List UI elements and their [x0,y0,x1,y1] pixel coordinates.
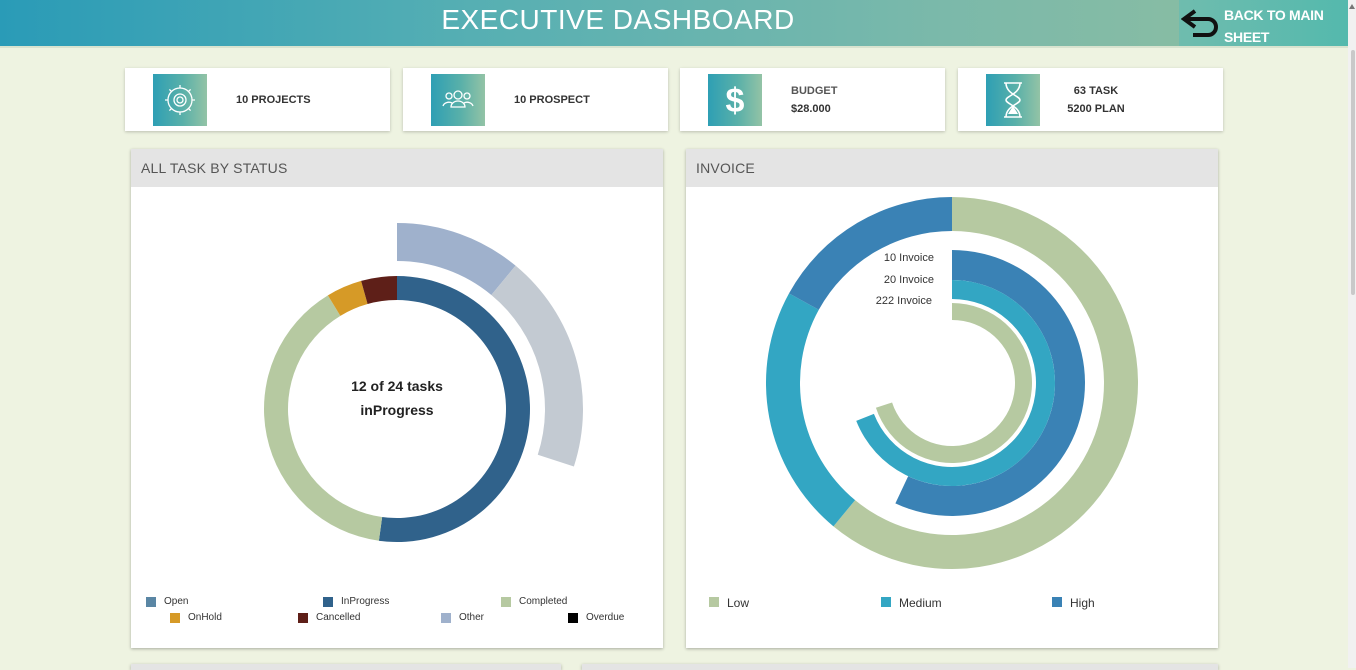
legend-swatch [298,613,308,623]
bottom-panel-left [131,664,561,670]
back-to-main-sheet-button[interactable]: BACK TO MAIN SHEET [1179,0,1348,46]
ring0-segment-low [833,197,1138,569]
legend-swatch [709,597,719,607]
kpi-task-count: 63 TASK [1073,85,1119,97]
kpi-budget-value: $28.000 [791,103,831,115]
ring-label-low: 222 Invoice [876,295,932,307]
legend-label: Cancelled [316,612,361,623]
legend-label: InProgress [341,596,390,607]
kpi-budget-label: BUDGET [791,85,838,97]
ring0-segment-medium [766,293,856,527]
donut-center-line1: 12 of 24 tasks [351,378,443,394]
undo-arrow-icon [1181,9,1218,37]
kpi-card-icon-box: $ [708,74,762,126]
legend-label: Other [459,612,485,623]
back-button-label-line1: BACK TO MAIN [1224,7,1324,23]
kpi-card-prospect: 10 PROSPECT [403,68,668,131]
back-button-label: BACK TO MAIN SHEET [1224,4,1344,48]
legend-swatch [170,613,180,623]
legend-swatch [501,597,511,607]
back-button-label-line2: SHEET [1224,29,1270,45]
bottom-panel-right [582,664,1218,670]
legend-swatch [441,613,451,623]
legend-label: Overdue [586,612,625,623]
kpi-card-projects: 10 PROJECTS [125,68,390,131]
task-status-donut-chart: 12 of 24 tasks inProgress [264,223,583,542]
gear-icon [165,85,195,115]
invoice-panel: INVOICE 10 Invoice 20 Invoice 222 Invoic… [686,149,1218,648]
ring-label-high: 10 Invoice [884,252,934,264]
kpi-card-icon-box [431,74,485,126]
people-icon [442,90,474,108]
kpi-plan-count: 5200 PLAN [1067,103,1125,115]
ring3-segment-low [875,303,1032,463]
kpi-card-icon-box [986,74,1040,126]
legend-label: Open [164,596,189,607]
scroll-up-arrow-icon[interactable] [1349,4,1355,9]
donut-center-line2: inProgress [360,402,433,418]
legend-swatch [881,597,891,607]
donut-segment-completed [264,295,383,541]
dollar-icon: $ [726,82,745,120]
kpi-card-budget: $ BUDGET $28.000 [680,68,945,131]
scrollbar-thumb[interactable] [1351,50,1355,295]
kpi-card-task: 63 TASK 5200 PLAN [958,68,1223,131]
svg-text:$: $ [726,82,745,120]
legend-swatch [146,597,156,607]
legend-label: Medium [899,596,942,610]
panel-title: INVOICE [696,160,755,176]
kpi-prospect-text: 10 PROSPECT [514,94,590,106]
header-banner: EXECUTIVE DASHBOARD BACK TO MAIN SHEET [0,0,1348,48]
legend-label: OnHold [188,612,222,623]
page-title: EXECUTIVE DASHBOARD [441,4,795,35]
panel-title: ALL TASK BY STATUS [141,160,288,176]
donut-segment-cancelled [361,276,397,305]
legend-swatch [568,613,578,623]
legend-swatch [323,597,333,607]
legend-label: Completed [519,596,568,607]
invoice-radial-chart: 10 Invoice 20 Invoice 222 Invoice [766,197,1138,569]
legend-label: High [1070,596,1095,610]
panel-header: ALL TASK BY STATUS [131,149,663,187]
panel-header: INVOICE [686,149,1218,187]
legend-swatch [1052,597,1062,607]
kpi-card-icon-box [153,74,207,126]
ring-label-medium: 20 Invoice [884,274,934,286]
task-status-panel: ALL TASK BY STATUS 12 of 24 tasks inProg… [131,149,663,648]
hourglass-icon [1004,82,1022,118]
legend-label: Low [727,596,750,610]
kpi-projects-text: 10 PROJECTS [236,94,311,106]
